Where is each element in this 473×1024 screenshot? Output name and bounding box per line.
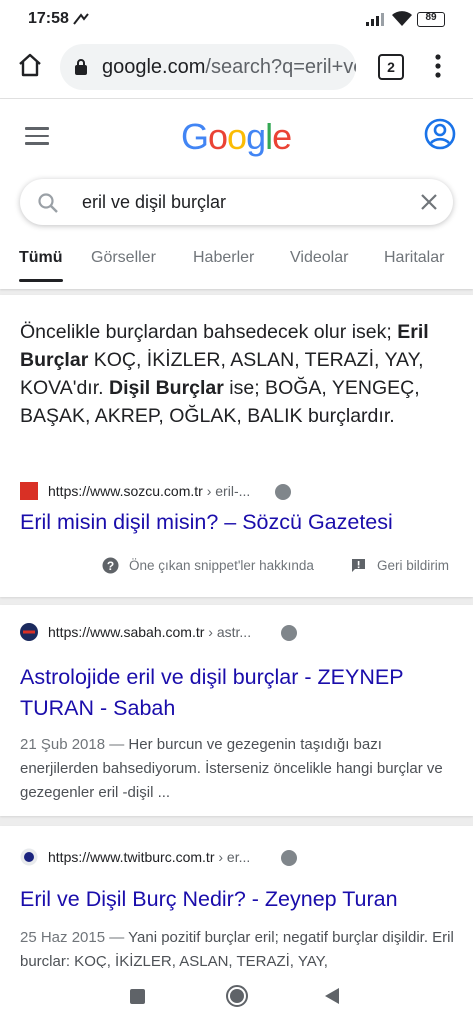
search-icon — [38, 193, 58, 213]
result-url[interactable]: https://www.sabah.com.tr › astr... — [48, 624, 251, 640]
search-header: Google eril ve dişil burçlar Tümü Görsel… — [0, 99, 473, 289]
help-icon: ? — [102, 557, 119, 574]
search-box[interactable]: eril ve dişil burçlar — [20, 179, 453, 225]
more-options-icon[interactable] — [434, 54, 442, 78]
twitburc-favicon — [20, 848, 38, 866]
url-domain: https://www.twitburc.com.tr — [48, 849, 215, 865]
search-input[interactable]: eril ve dişil burçlar — [82, 192, 226, 213]
status-bar: 17:58 89 — [0, 0, 473, 38]
feedback-icon — [352, 559, 365, 572]
home-button[interactable] — [225, 984, 249, 1008]
result-snippet: 21 Şub 2018 — Her burcun ve gezegenin ta… — [20, 733, 460, 805]
search-tabs: Tümü Görseller Haberler Videolar Harital… — [0, 247, 473, 289]
svg-text:?: ? — [107, 559, 114, 573]
url-path: › astr... — [208, 624, 252, 640]
info-icon[interactable] — [275, 484, 291, 500]
tab-maps[interactable]: Haritalar — [384, 249, 444, 267]
url-path: › eril-... — [206, 483, 251, 499]
wifi-icon — [392, 11, 412, 26]
search-result: https://www.sabah.com.tr › astr... Astro… — [0, 605, 473, 816]
svg-text:Google: Google — [181, 117, 291, 157]
account-icon[interactable] — [424, 118, 456, 150]
menu-icon[interactable] — [25, 127, 49, 150]
url-field[interactable]: google.com/search?q=eril+ve — [60, 44, 356, 90]
lock-icon[interactable] — [74, 58, 88, 76]
snippet-text: Öncelikle burçlardan bahsedecek olur ise… — [20, 318, 450, 430]
notification-icon — [73, 13, 89, 25]
signal-icon — [366, 13, 384, 26]
result-date: 21 Şub 2018 — — [20, 736, 125, 753]
search-result: https://www.twitburc.com.tr › er... Eril… — [0, 826, 473, 968]
info-icon[interactable] — [281, 850, 297, 866]
tab-images[interactable]: Görseller — [91, 249, 156, 267]
battery-icon: 89 — [417, 12, 445, 27]
result-url[interactable]: https://www.sozcu.com.tr › eril-... — [48, 483, 250, 499]
url-text: google.com/search?q=eril+ve — [102, 56, 356, 79]
info-icon[interactable] — [281, 625, 297, 641]
snippet-highlight: Dişil Burçlar — [108, 377, 224, 399]
recents-button[interactable] — [130, 989, 145, 1004]
tab-all[interactable]: Tümü — [19, 249, 63, 267]
featured-result-title[interactable]: Eril misin dişil misin? – Sözcü Gazetesi — [20, 507, 460, 538]
url-domain: https://www.sozcu.com.tr — [48, 483, 203, 499]
url-domain: https://www.sabah.com.tr — [48, 624, 205, 640]
active-tab-indicator — [19, 279, 63, 282]
result-title[interactable]: Astrolojide eril ve dişil burçlar - ZEYN… — [20, 662, 460, 724]
clear-icon[interactable] — [420, 193, 438, 211]
url-host: google.com — [102, 56, 206, 78]
result-title[interactable]: Eril ve Dişil Burç Nedir? - Zeynep Turan — [20, 884, 460, 915]
snippet-part: Öncelikle burçlardan bahsedecek olur ise… — [20, 321, 392, 343]
about-snippets-link[interactable]: Öne çıkan snippet'ler hakkında — [129, 558, 314, 573]
home-icon[interactable] — [17, 53, 43, 77]
url-path: /search?q=eril+ve — [205, 56, 356, 78]
google-logo: Google — [181, 117, 291, 157]
tab-switcher-button[interactable]: 2 — [378, 54, 404, 80]
browser-toolbar: google.com/search?q=eril+ve 2 — [0, 38, 473, 99]
sabah-favicon — [20, 623, 38, 641]
featured-snippet: Öncelikle burçlardan bahsedecek olur ise… — [0, 295, 473, 597]
tab-videos[interactable]: Videolar — [290, 249, 348, 267]
status-time: 17:58 — [28, 10, 69, 27]
result-snippet: 25 Haz 2015 — Yani pozitif burçlar eril;… — [20, 926, 460, 968]
sozcu-favicon — [20, 482, 38, 500]
result-date: 25 Haz 2015 — — [20, 929, 125, 946]
url-path: › er... — [218, 849, 251, 865]
result-url[interactable]: https://www.twitburc.com.tr › er... — [48, 849, 250, 865]
back-button[interactable] — [324, 987, 340, 1005]
tab-news[interactable]: Haberler — [193, 249, 254, 267]
system-nav-bar — [0, 968, 473, 1024]
feedback-link[interactable]: Geri bildirim — [377, 558, 449, 573]
battery-level: 89 — [425, 12, 437, 23]
